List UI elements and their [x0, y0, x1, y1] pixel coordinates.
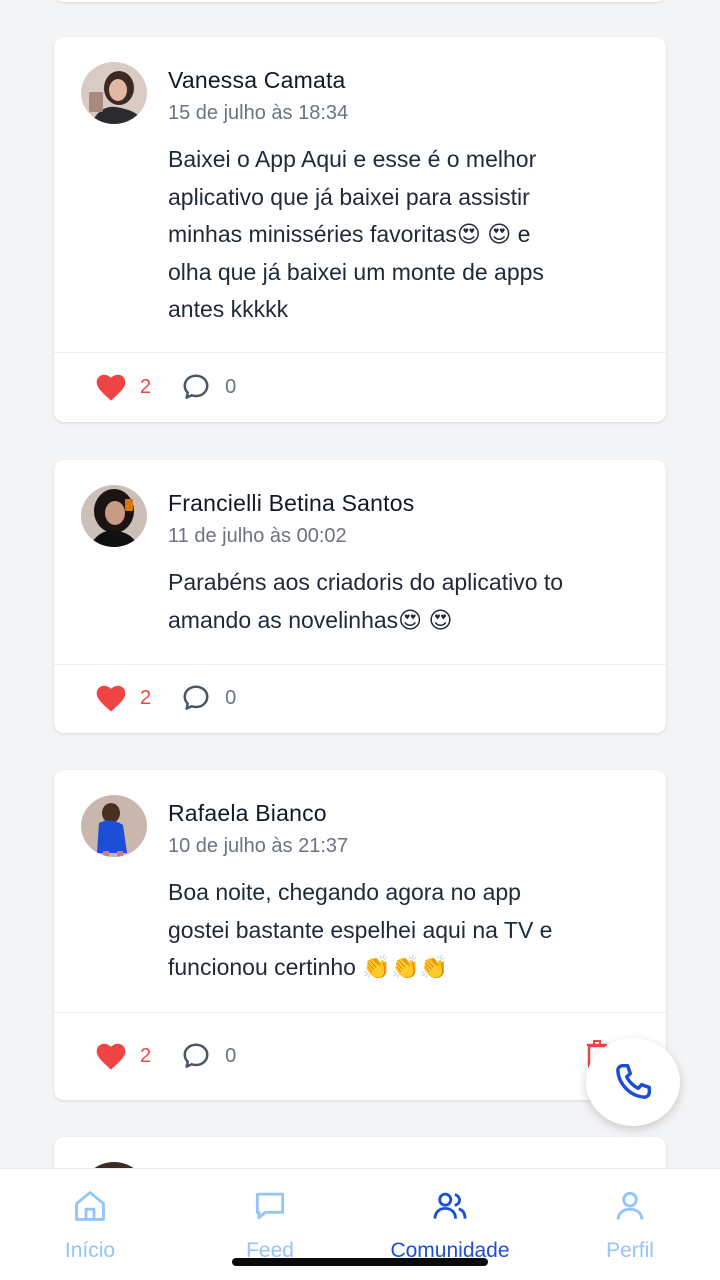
users-icon: [433, 1192, 467, 1219]
post-text: Baixei o App Aqui e esse é o melhor apli…: [168, 146, 544, 322]
post-card: Vanessa Camata 15 de julho às 18:34 Baix…: [54, 37, 666, 422]
author-name[interactable]: Vanessa Camata: [168, 67, 346, 94]
like-button[interactable]: 2: [94, 1041, 151, 1071]
like-count: 2: [140, 686, 152, 709]
avatar[interactable]: [81, 485, 147, 547]
comment-icon: [183, 1043, 209, 1068]
like-button[interactable]: 2: [94, 372, 151, 402]
post-card-partial: [54, 1137, 666, 1168]
comment-count: 0: [225, 686, 237, 709]
tab-feed[interactable]: Feed: [190, 1187, 350, 1263]
avatar[interactable]: [81, 62, 147, 124]
post-actions: 2 0: [94, 678, 236, 718]
comment-button[interactable]: 0: [181, 683, 236, 713]
tab-label: Perfil: [606, 1239, 654, 1262]
post-card: Francielli Betina Santos 11 de julho às …: [54, 460, 666, 733]
post-actions: 2 0: [94, 1036, 236, 1076]
tab-perfil[interactable]: Perfil: [550, 1187, 710, 1263]
post-actions: 2 0: [94, 367, 236, 407]
comment-icon: [183, 374, 209, 399]
post-date: 11 de julho às 00:02: [168, 525, 347, 547]
tab-comunidade[interactable]: Comunidade: [370, 1187, 530, 1263]
comment-count: 0: [225, 1044, 237, 1067]
post-date: 10 de julho às 21:37: [168, 835, 349, 857]
comment-count: 0: [225, 375, 237, 398]
post-card: Rafaela Bianco 10 de julho às 21:37 Boa …: [54, 770, 666, 1100]
comment-button[interactable]: 0: [181, 372, 236, 402]
like-count: 2: [140, 375, 152, 398]
comment-button[interactable]: 0: [181, 1041, 236, 1071]
like-button[interactable]: 2: [94, 683, 151, 713]
community-feed: Vanessa Camata 15 de julho às 18:34 Baix…: [0, 0, 720, 1168]
call-button[interactable]: [586, 1038, 680, 1126]
tab-inicio[interactable]: Início: [10, 1187, 170, 1263]
user-icon: [616, 1191, 644, 1220]
divider: [54, 352, 666, 353]
message-icon: [255, 1192, 285, 1220]
avatar[interactable]: [81, 795, 147, 857]
author-name[interactable]: Francielli Betina Santos: [168, 490, 414, 517]
heart-icon: [96, 374, 126, 401]
comment-icon: [183, 685, 209, 710]
post-text: Parabéns aos criadoris do aplicativo to …: [168, 569, 564, 633]
heart-icon: [96, 685, 126, 712]
phone-icon: [616, 1063, 652, 1099]
post-text: Boa noite, chegando agora no app gostei …: [168, 879, 553, 980]
divider: [54, 664, 666, 665]
divider: [54, 1012, 666, 1013]
heart-icon: [96, 1043, 126, 1070]
author-name[interactable]: Rafaela Bianco: [168, 800, 327, 827]
like-count: 2: [140, 1044, 152, 1067]
post-date: 15 de julho às 18:34: [168, 102, 349, 124]
home-indicator: [232, 1258, 488, 1266]
tab-label: Início: [64, 1239, 116, 1262]
post-card-partial: [54, 0, 666, 2]
home-icon: [75, 1191, 105, 1221]
